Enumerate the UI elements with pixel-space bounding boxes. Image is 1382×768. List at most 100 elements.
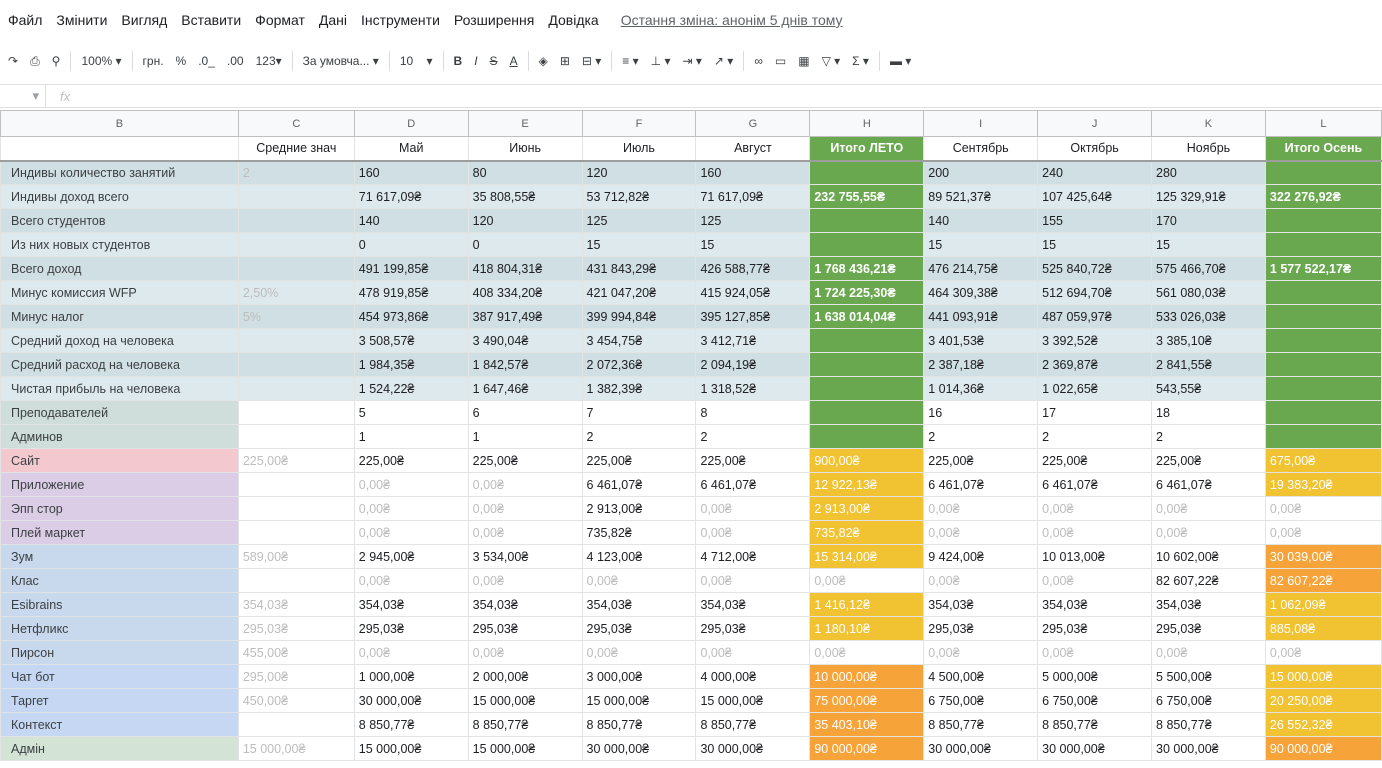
cell[interactable]: 3 412,71₴ (695, 328, 811, 353)
cell[interactable]: 19 383,20₴ (1264, 472, 1382, 497)
redo-icon[interactable]: ↷ (2, 54, 24, 68)
cell[interactable]: 5 000,00₴ (1037, 664, 1153, 689)
cell[interactable]: 900,00₴ (809, 448, 925, 473)
menu-item-5[interactable]: Дані (319, 12, 347, 28)
cell[interactable]: 0,00₴ (467, 472, 583, 497)
cell[interactable]: 0,00₴ (581, 568, 697, 593)
cell[interactable]: 1 647,46₴ (467, 376, 583, 401)
cell[interactable]: 6 461,07₴ (581, 472, 697, 497)
cell[interactable]: 0,00₴ (809, 568, 925, 593)
row-label[interactable]: Средний расход на человека (0, 352, 239, 377)
cell[interactable]: 53 712,82₴ (581, 184, 697, 209)
cell[interactable]: 295,03₴ (695, 616, 811, 641)
cell[interactable]: 232 755,55₴ (809, 184, 925, 209)
cell[interactable]: 0,00₴ (467, 496, 583, 521)
cell[interactable] (1264, 376, 1382, 401)
column-letter[interactable]: D (353, 110, 469, 137)
cell[interactable]: 885,08₴ (1264, 616, 1382, 641)
cell[interactable]: 80 (467, 160, 583, 185)
cell[interactable]: 455,00₴ (237, 640, 355, 665)
cell[interactable]: 225,00₴ (353, 448, 469, 473)
cell[interactable]: 16 (923, 400, 1039, 425)
cell[interactable]: 15 000,00₴ (467, 688, 583, 713)
cell[interactable]: 2 945,00₴ (353, 544, 469, 569)
cell[interactable]: 140 (923, 208, 1039, 233)
cell[interactable]: 6 461,07₴ (1037, 472, 1153, 497)
cell[interactable]: 464 309,38₴ (923, 280, 1039, 305)
cell[interactable]: 354,03₴ (695, 592, 811, 617)
header-cell[interactable]: Итого ЛЕТО (809, 136, 925, 162)
cell[interactable]: 125 (581, 208, 697, 233)
cell[interactable]: 295,03₴ (923, 616, 1039, 641)
font-size-select[interactable]: 10 ▾ (394, 54, 439, 68)
cell[interactable]: 170 (1151, 208, 1266, 233)
cell[interactable]: 1 724 225,30₴ (809, 280, 925, 305)
cell[interactable]: 4 123,00₴ (581, 544, 697, 569)
cell[interactable]: 561 080,03₴ (1151, 280, 1266, 305)
cell[interactable]: 120 (467, 208, 583, 233)
functions-icon[interactable]: Σ ▾ (846, 54, 875, 68)
cell[interactable]: 15 000,00₴ (581, 688, 697, 713)
cell[interactable]: 1 524,22₴ (353, 376, 469, 401)
cell[interactable]: 387 917,49₴ (467, 304, 583, 329)
cell[interactable]: 15 000,00₴ (237, 736, 355, 761)
fill-color-icon[interactable]: ◈ (533, 54, 554, 68)
cell[interactable] (237, 376, 355, 401)
menu-item-4[interactable]: Формат (255, 12, 305, 28)
cell[interactable]: 354,03₴ (581, 592, 697, 617)
cell[interactable]: 0,00₴ (467, 568, 583, 593)
row-label[interactable]: Из них новых студентов (0, 232, 239, 257)
row-label[interactable]: Адмін (0, 736, 239, 761)
cell[interactable]: 15 (581, 232, 697, 257)
cell[interactable]: 8 850,77₴ (695, 712, 811, 737)
cell[interactable] (237, 232, 355, 257)
cell[interactable]: 2 094,19₴ (695, 352, 811, 377)
cell[interactable]: 2 (1151, 424, 1266, 449)
row-label[interactable]: Всего студентов (0, 208, 239, 233)
cell[interactable] (1264, 232, 1382, 257)
cell[interactable]: 225,00₴ (237, 448, 355, 473)
name-box[interactable]: ▾ (0, 85, 46, 107)
row-label[interactable]: Индивы доход всего (0, 184, 239, 209)
cell[interactable] (809, 424, 925, 449)
cell[interactable] (237, 520, 355, 545)
row-label[interactable]: Нетфликс (0, 616, 239, 641)
cell[interactable]: 30 000,00₴ (581, 736, 697, 761)
cell[interactable]: 2,50% (237, 280, 355, 305)
cell[interactable]: 735,82₴ (809, 520, 925, 545)
cell[interactable]: 454 973,86₴ (353, 304, 469, 329)
cell[interactable]: 478 919,85₴ (353, 280, 469, 305)
cell[interactable]: 3 534,00₴ (467, 544, 583, 569)
cell[interactable]: 0,00₴ (923, 520, 1039, 545)
cell[interactable]: 2 387,18₴ (923, 352, 1039, 377)
percent-button[interactable]: % (170, 54, 193, 68)
cell[interactable]: 6 750,00₴ (923, 688, 1039, 713)
cell[interactable]: 155 (1037, 208, 1153, 233)
cell[interactable]: 6 750,00₴ (1151, 688, 1266, 713)
cell[interactable]: 2 369,87₴ (1037, 352, 1153, 377)
cell[interactable]: 2 000,00₴ (467, 664, 583, 689)
cell[interactable]: 30 000,00₴ (923, 736, 1039, 761)
cell[interactable]: 0,00₴ (1037, 568, 1153, 593)
cell[interactable]: 200 (923, 160, 1039, 185)
cell[interactable]: 15 000,00₴ (1264, 664, 1382, 689)
cell[interactable]: 225,00₴ (467, 448, 583, 473)
merge-cells-icon[interactable]: ⊟ ▾ (576, 54, 607, 68)
cell[interactable]: 0,00₴ (353, 496, 469, 521)
row-label[interactable]: Индивы количество занятий (0, 160, 239, 185)
cell[interactable]: 0,00₴ (1264, 640, 1382, 665)
cell[interactable]: 2 072,36₴ (581, 352, 697, 377)
font-select[interactable]: За умовча... ▾ (297, 54, 385, 68)
comment-icon[interactable]: ▭ (769, 54, 792, 68)
cell[interactable]: 82 607,22₴ (1151, 568, 1266, 593)
cell[interactable] (237, 208, 355, 233)
header-cell[interactable]: Июль (581, 136, 697, 162)
cell[interactable] (1264, 400, 1382, 425)
cell[interactable]: 10 602,00₴ (1151, 544, 1266, 569)
cell[interactable]: 8 850,77₴ (467, 712, 583, 737)
borders-icon[interactable]: ⊞ (554, 54, 576, 68)
cell[interactable]: 6 461,07₴ (1151, 472, 1266, 497)
cell[interactable]: 71 617,09₴ (695, 184, 811, 209)
menu-item-7[interactable]: Розширення (454, 12, 534, 28)
cell[interactable] (237, 472, 355, 497)
